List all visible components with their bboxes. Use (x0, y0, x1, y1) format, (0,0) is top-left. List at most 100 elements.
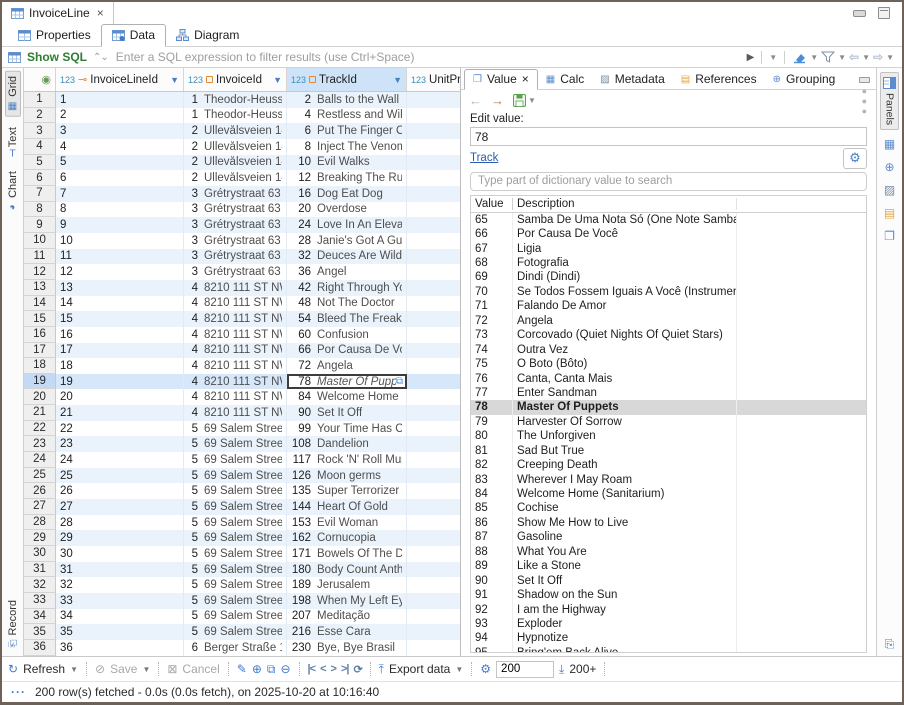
show-sql-button[interactable]: Show SQL (27, 50, 87, 64)
eraser-dropdown-icon[interactable]: ▼ (810, 53, 818, 62)
track-id-cell[interactable]: 230Bye, Bye Brasil (287, 640, 407, 656)
unit-price-cell[interactable] (407, 186, 460, 202)
presentation-tab-chart[interactable]: ◕ Chart (6, 167, 20, 217)
delete-row-icon[interactable]: ⊖ (280, 662, 290, 676)
dict-row[interactable]: 85Cochise (471, 501, 866, 515)
track-id-cell[interactable]: 54Bleed The Freak (287, 311, 407, 327)
row-number-cell[interactable]: 24 (24, 452, 56, 468)
invoice-line-id-cell[interactable]: 5 (56, 155, 184, 171)
fetch-more-button[interactable]: 200+ (569, 662, 596, 676)
value-panel-icon[interactable]: ❐ (880, 227, 900, 245)
dict-row[interactable]: 88What You Are (471, 545, 866, 559)
dict-row[interactable]: 93Exploder (471, 617, 866, 631)
references-panel-icon[interactable]: ▤ (880, 204, 900, 222)
refresh-icon[interactable]: ↻ (8, 662, 18, 676)
table-row[interactable]: 3232569 Salem Street189Jerusalem (24, 577, 460, 593)
invoice-line-id-cell[interactable]: 31 (56, 562, 184, 578)
close-icon[interactable]: × (97, 6, 104, 20)
track-id-cell[interactable]: 8Inject The Venom (287, 139, 407, 155)
unit-price-cell[interactable] (407, 170, 460, 186)
table-row[interactable]: 11113Grétrystraat 6332Deuces Are Wild (24, 249, 460, 265)
panels-toggle-button[interactable]: Panels (880, 72, 899, 130)
dict-row[interactable]: 84Welcome Home (Sanitarium) (471, 487, 866, 501)
save-dropdown-icon[interactable]: ▼ (528, 96, 536, 105)
invoice-line-id-cell[interactable]: 2 (56, 108, 184, 124)
unit-price-cell[interactable] (407, 233, 460, 249)
row-number-cell[interactable]: 30 (24, 546, 56, 562)
next-page-icon[interactable]: > (331, 663, 336, 675)
table-row[interactable]: 2525569 Salem Street126Moon germs (24, 468, 460, 484)
invoice-id-cell[interactable]: 569 Salem Street (184, 562, 287, 578)
edit-cell-icon[interactable]: ✎ (237, 662, 247, 676)
fetch-page-icon[interactable]: ⟳ (353, 663, 361, 676)
invoice-line-id-cell[interactable]: 21 (56, 405, 184, 421)
dict-row[interactable]: 83Wherever I May Roam (471, 472, 866, 486)
dict-row[interactable]: 94Hypnotize (471, 631, 866, 645)
row-number-cell[interactable]: 21 (24, 405, 56, 421)
track-id-cell[interactable]: 171Bowels Of The Devi (287, 546, 407, 562)
unit-price-cell[interactable] (407, 499, 460, 515)
table-row[interactable]: 111Theodor-Heuss-Str2Balls to the Wall (24, 92, 460, 108)
row-number-cell[interactable]: 28 (24, 515, 56, 531)
unit-price-cell[interactable] (407, 389, 460, 405)
open-reference-icon[interactable]: ⧉ (396, 376, 403, 387)
invoice-id-cell[interactable]: 6Berger Straße 10 (184, 640, 287, 656)
track-id-cell[interactable]: 162Cornucopia (287, 530, 407, 546)
tab-diagram[interactable]: Diagram (166, 25, 249, 46)
filter-dropdown-icon[interactable]: ▼ (769, 53, 777, 62)
grouping-panel-icon[interactable]: ⊕ (880, 158, 900, 176)
track-id-cell[interactable]: 117Rock 'N' Roll Music (287, 452, 407, 468)
sort-dropdown-icon[interactable]: ▼ (170, 75, 179, 85)
dict-row[interactable]: 89Like a Stone (471, 559, 866, 573)
table-row[interactable]: 2929569 Salem Street162Cornucopia (24, 530, 460, 546)
panel-tab-value[interactable]: ❐ Value × (464, 69, 538, 90)
invoice-id-cell[interactable]: 569 Salem Street (184, 452, 287, 468)
panel-tab-references[interactable]: ▤ References (673, 70, 765, 89)
unit-price-cell[interactable] (407, 452, 460, 468)
row-number-cell[interactable]: 34 (24, 609, 56, 625)
tab-data[interactable]: Data (101, 24, 166, 47)
unit-price-cell[interactable] (407, 108, 460, 124)
unit-price-cell[interactable] (407, 249, 460, 265)
invoice-id-cell[interactable]: 569 Salem Street (184, 530, 287, 546)
column-header-invoiceid[interactable]: 123 InvoiceId ▼ (184, 68, 287, 91)
export-dropdown-icon[interactable]: ▼ (455, 665, 463, 674)
column-header-invoicelineid[interactable]: 123 ⊸ InvoiceLineId ▼ (56, 68, 184, 91)
row-number-cell[interactable]: 2 (24, 108, 56, 124)
table-row[interactable]: 332Ullevålsveien 146Put The Finger On Yo… (24, 123, 460, 139)
invoice-id-cell[interactable]: 569 Salem Street (184, 421, 287, 437)
row-number-cell[interactable]: 7 (24, 186, 56, 202)
row-number-cell[interactable]: 17 (24, 343, 56, 359)
forward-dropdown-icon[interactable]: ▼ (886, 53, 894, 62)
track-id-cell[interactable]: 12Breaking The Rules (287, 170, 407, 186)
invoice-line-id-cell[interactable]: 9 (56, 217, 184, 233)
unit-price-cell[interactable] (407, 640, 460, 656)
invoice-id-cell[interactable]: 48210 111 ST NW (184, 358, 287, 374)
invoice-line-id-cell[interactable]: 18 (56, 358, 184, 374)
invoice-id-cell[interactable]: 569 Salem Street (184, 515, 287, 531)
unit-price-cell[interactable] (407, 217, 460, 233)
track-id-cell[interactable]: 135Super Terrorizer (287, 483, 407, 499)
invoice-id-cell[interactable]: 569 Salem Street (184, 577, 287, 593)
track-id-cell[interactable]: 198When My Left Eye (287, 593, 407, 609)
row-number-cell[interactable]: 22 (24, 421, 56, 437)
track-id-cell[interactable]: 48Not The Doctor (287, 296, 407, 312)
dict-row[interactable]: 74Outra Vez (471, 342, 866, 356)
row-number-cell[interactable]: 27 (24, 499, 56, 515)
dict-row[interactable]: 75O Boto (Bôto) (471, 357, 866, 371)
fetch-settings-gear-icon[interactable]: ⚙ (480, 662, 491, 676)
dict-row[interactable]: 66Por Causa De Você (471, 227, 866, 241)
column-header-trackid[interactable]: 123 TrackId ▼ (287, 68, 407, 91)
dict-row[interactable]: 77Enter Sandman (471, 386, 866, 400)
invoice-line-id-cell[interactable]: 12 (56, 264, 184, 280)
track-id-cell[interactable]: 66Por Causa De Você (287, 343, 407, 359)
invoice-line-id-cell[interactable]: 8 (56, 202, 184, 218)
unit-price-cell[interactable] (407, 92, 460, 108)
invoice-id-cell[interactable]: 3Grétrystraat 63 (184, 202, 287, 218)
unit-price-cell[interactable] (407, 155, 460, 171)
cancel-button[interactable]: Cancel (182, 662, 219, 676)
row-number-cell[interactable]: 13 (24, 280, 56, 296)
invoice-line-id-cell[interactable]: 3 (56, 123, 184, 139)
unit-price-cell[interactable] (407, 577, 460, 593)
export-data-button[interactable]: Export data (389, 662, 450, 676)
